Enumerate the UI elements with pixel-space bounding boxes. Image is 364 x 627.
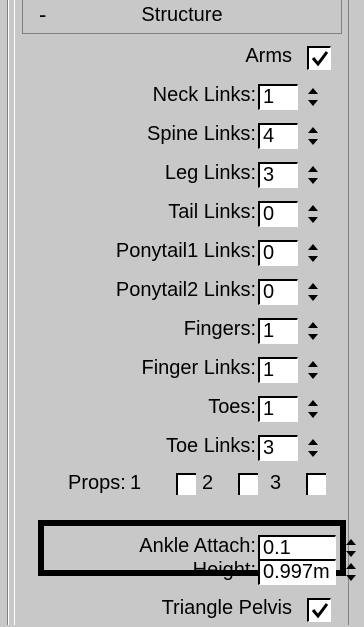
ponytail2-links-row: Ponytail2 Links: 0 [0, 275, 364, 309]
ponytail1-links-field[interactable]: 0 [258, 240, 298, 266]
leg-links-row: Leg Links: 3 [0, 158, 364, 192]
props-row: Props: 1 2 3 [0, 468, 364, 502]
leg-links-label: Leg Links: [164, 162, 256, 184]
toes-spinner[interactable] [306, 397, 320, 421]
spinner-arrows-icon [308, 244, 318, 262]
leg-links-field[interactable]: 3 [258, 162, 298, 188]
spinner-arrows-icon [346, 563, 356, 581]
spine-links-row: Spine Links: 4 [0, 119, 364, 153]
spinner-arrows-icon [308, 400, 318, 418]
leg-links-spinner[interactable] [306, 163, 320, 187]
spinner-arrows-icon [308, 361, 318, 379]
spinner-arrows-icon [308, 88, 318, 106]
triangle-pelvis-checkbox[interactable] [307, 598, 331, 622]
spinner-arrows-icon [308, 205, 318, 223]
height-row: Height: 0.997m [0, 555, 364, 589]
rollout-header[interactable]: - Structure [22, 0, 342, 34]
props-label: Props: [68, 472, 126, 494]
spine-links-label: Spine Links: [147, 123, 256, 145]
prop3-label: 3 [270, 472, 282, 494]
finger-links-label: Finger Links: [141, 357, 257, 379]
neck-links-field[interactable]: 1 [258, 84, 298, 110]
tail-links-row: Tail Links: 0 [0, 197, 364, 231]
spine-links-spinner[interactable] [306, 124, 320, 148]
arms-checkbox[interactable] [307, 46, 331, 70]
tail-links-label: Tail Links: [168, 201, 256, 223]
height-label: Height: [192, 559, 256, 581]
triangle-pelvis-label: Triangle Pelvis [161, 597, 292, 619]
spinner-arrows-icon [308, 127, 318, 145]
height-field[interactable]: 0.997m [258, 559, 336, 585]
ponytail1-links-label: Ponytail1 Links: [115, 240, 256, 262]
neck-links-row: Neck Links: 1 [0, 80, 364, 114]
arms-label: Arms [245, 45, 292, 67]
toes-row: Toes: 1 [0, 392, 364, 426]
toe-links-spinner[interactable] [306, 436, 320, 460]
neck-links-label: Neck Links: [152, 84, 256, 106]
toe-links-field[interactable]: 3 [258, 435, 298, 461]
ponytail2-links-label: Ponytail2 Links: [115, 279, 256, 301]
tail-links-spinner[interactable] [306, 202, 320, 226]
prop3-checkbox[interactable] [306, 473, 326, 495]
toe-links-row: Toe Links: 3 [0, 431, 364, 465]
spinner-arrows-icon [308, 166, 318, 184]
prop1-label: 1 [130, 472, 142, 494]
checkmark-icon [311, 51, 329, 67]
rollout-title: Structure [141, 4, 223, 26]
ponytail2-links-field[interactable]: 0 [258, 279, 298, 305]
ponytail1-links-row: Ponytail1 Links: 0 [0, 236, 364, 270]
prop2-label: 2 [202, 472, 214, 494]
finger-links-field[interactable]: 1 [258, 357, 298, 383]
fingers-spinner[interactable] [306, 319, 320, 343]
finger-links-row: Finger Links: 1 [0, 353, 364, 387]
triangle-pelvis-row: Triangle Pelvis [0, 593, 364, 627]
toe-links-label: Toe Links: [165, 435, 256, 457]
height-spinner[interactable] [344, 560, 358, 584]
ponytail2-links-spinner[interactable] [306, 280, 320, 304]
spinner-arrows-icon [308, 322, 318, 340]
checkmark-icon [311, 603, 329, 619]
neck-links-spinner[interactable] [306, 85, 320, 109]
tail-links-field[interactable]: 0 [258, 201, 298, 227]
fingers-row: Fingers: 1 [0, 314, 364, 348]
prop2-checkbox[interactable] [238, 473, 258, 495]
finger-links-spinner[interactable] [306, 358, 320, 382]
toes-field[interactable]: 1 [258, 396, 298, 422]
prop1-checkbox[interactable] [176, 473, 196, 495]
spine-links-field[interactable]: 4 [258, 123, 298, 149]
spinner-arrows-icon [308, 439, 318, 457]
ponytail1-links-spinner[interactable] [306, 241, 320, 265]
spinner-arrows-icon [308, 283, 318, 301]
fingers-field[interactable]: 1 [258, 318, 298, 344]
fingers-label: Fingers: [183, 318, 256, 340]
arms-row: Arms [0, 41, 364, 75]
toes-label: Toes: [208, 396, 256, 418]
